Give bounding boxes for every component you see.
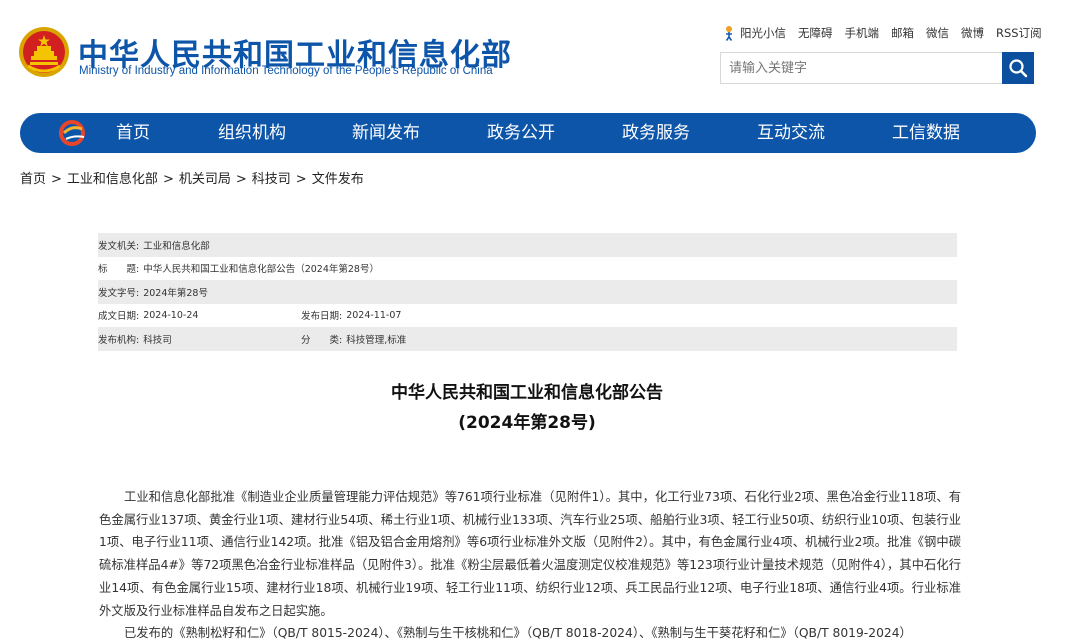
meta-row-publisher: 发布机构: 科技司 分 类: 科技管理,标准 <box>98 327 957 351</box>
search-button[interactable] <box>1002 52 1034 84</box>
breadcrumb-separator: > <box>162 172 174 187</box>
meta-label-doc-no: 发文字号: <box>98 287 140 299</box>
search-icon <box>1009 59 1028 78</box>
top-link-mobile[interactable]: 手机端 <box>845 25 880 41</box>
meta-value-written-date: 2024-10-24 <box>143 309 199 321</box>
top-link-sunshine[interactable]: 阳光小信 <box>740 25 786 41</box>
sun-person-icon <box>725 26 733 41</box>
top-link-accessibility[interactable]: 无障碍 <box>798 25 833 41</box>
breadcrumb: 首页 > 工业和信息化部 > 机关司局 > 科技司 > 文件发布 <box>20 168 364 187</box>
nav-item-gov-services[interactable]: 政务服务 <box>622 113 690 153</box>
nav-item-gov-affairs[interactable]: 政务公开 <box>487 113 555 153</box>
article-title: 中华人民共和国工业和信息化部公告 <box>391 383 663 403</box>
top-link-rss[interactable]: RSS订阅 <box>996 25 1042 41</box>
search-input[interactable] <box>721 53 1003 83</box>
meta-label-title: 标 题: <box>98 264 140 276</box>
top-link-wechat[interactable]: 微信 <box>926 25 949 41</box>
article-paragraph: 已发布的《熟制松籽和仁》（QB/T 8015-2024）、《熟制与生干核桃和仁》… <box>124 626 912 640</box>
nav-item-news[interactable]: 新闻发布 <box>352 113 420 153</box>
breadcrumb-documents[interactable]: 文件发布 <box>312 172 364 187</box>
article-paragraph: 工业和信息化部批准《制造业企业质量管理能力评估规范》等761项行业标准（见附件1… <box>99 490 961 618</box>
meta-label-written-date: 成文日期: <box>98 311 140 323</box>
meta-value-doc-no: 2024年第28号 <box>143 287 208 299</box>
meta-row-dates: 成文日期: 2024-10-24 发布日期: 2024-11-07 <box>98 304 957 328</box>
document-meta-table: 发文机关: 工业和信息化部 标 题: 中华人民共和国工业和信息化部公告（2024… <box>98 233 957 351</box>
meta-row-doc-no: 发文字号: 2024年第28号 <box>98 280 957 304</box>
meta-row-issuer: 发文机关: 工业和信息化部 <box>98 233 957 257</box>
top-link-mail[interactable]: 邮箱 <box>891 25 914 41</box>
breadcrumb-separator: > <box>51 172 62 187</box>
national-emblem-icon[interactable] <box>18 26 70 78</box>
article-body: 工业和信息化部批准《制造业企业质量管理能力评估规范》等761项行业标准（见附件1… <box>99 486 961 640</box>
main-nav: 首页 组织机构 新闻发布 政务公开 政务服务 互动交流 工信数据 <box>20 113 1036 153</box>
article-subtitle: (2024年第28号) <box>458 413 596 433</box>
breadcrumb-separator: > <box>295 172 307 187</box>
meta-row-title: 标 题: 中华人民共和国工业和信息化部公告（2024年第28号） <box>98 257 957 281</box>
meta-label-issuer: 发文机关: <box>98 240 140 252</box>
search-box <box>720 52 1034 84</box>
meta-value-category: 科技管理,标准 <box>346 334 407 346</box>
meta-value-publish-date: 2024-11-07 <box>346 309 402 321</box>
nav-item-interaction[interactable]: 互动交流 <box>757 113 825 153</box>
nav-item-organization[interactable]: 组织机构 <box>218 113 286 153</box>
miit-logo-icon <box>59 120 85 146</box>
meta-label-category: 分 类: <box>301 334 343 346</box>
site-header: 中华人民共和国工业和信息化部 Ministry of Industry and … <box>0 0 1080 105</box>
breadcrumb-sci-tech[interactable]: 科技司 <box>252 172 291 187</box>
breadcrumb-ministry[interactable]: 工业和信息化部 <box>67 172 158 187</box>
nav-item-home[interactable]: 首页 <box>116 113 150 153</box>
breadcrumb-home[interactable]: 首页 <box>20 172 46 187</box>
meta-value-title: 中华人民共和国工业和信息化部公告（2024年第28号） <box>143 264 379 276</box>
meta-value-issuer: 工业和信息化部 <box>143 240 210 252</box>
breadcrumb-departments[interactable]: 机关司局 <box>179 172 231 187</box>
meta-value-publisher: 科技司 <box>143 334 172 346</box>
top-link-weibo[interactable]: 微博 <box>961 25 984 41</box>
site-title-en: Ministry of Industry and Information Tec… <box>79 65 493 77</box>
meta-label-publisher: 发布机构: <box>98 334 140 346</box>
nav-item-data[interactable]: 工信数据 <box>892 113 960 153</box>
breadcrumb-separator: > <box>235 172 247 187</box>
top-links: 阳光小信 无障碍 手机端 邮箱 微信 微博 RSS订阅 <box>722 25 1054 41</box>
meta-label-publish-date: 发布日期: <box>301 311 343 323</box>
